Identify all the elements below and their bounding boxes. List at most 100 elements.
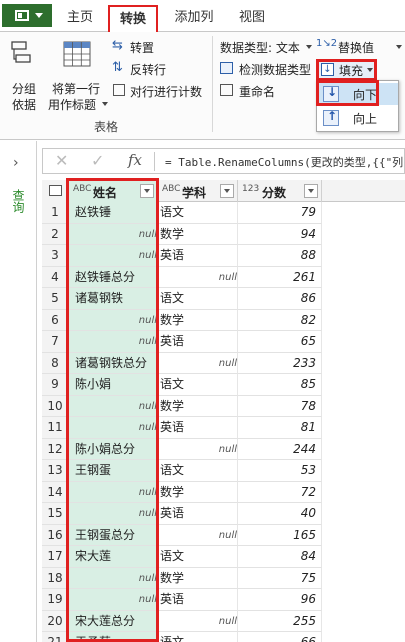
row-number[interactable]: 18: [42, 567, 69, 589]
cell-subject[interactable]: 语文: [158, 632, 238, 642]
cell-name[interactable]: null: [69, 503, 158, 525]
cell-name[interactable]: 赵铁锤: [69, 202, 158, 224]
cell-name[interactable]: 王钢蛋: [69, 460, 158, 482]
rename-button[interactable]: 重命名: [218, 82, 298, 100]
cell-name[interactable]: null: [69, 309, 158, 331]
cell-name[interactable]: null: [69, 223, 158, 245]
cell-subject[interactable]: 英语: [158, 503, 238, 525]
commit-icon[interactable]: ✓: [91, 151, 104, 170]
row-number[interactable]: 16: [42, 524, 69, 546]
cell-score[interactable]: 88: [238, 245, 322, 267]
cell-score[interactable]: 244: [238, 438, 322, 460]
cell-score[interactable]: 75: [238, 567, 322, 589]
queries-label[interactable]: 查询: [11, 189, 27, 213]
row-number[interactable]: 17: [42, 546, 69, 568]
cell-subject[interactable]: 数学: [158, 567, 238, 589]
cell-score[interactable]: 40: [238, 503, 322, 525]
tab-transform[interactable]: 转换: [108, 5, 158, 32]
cell-subject[interactable]: 数学: [158, 309, 238, 331]
cell-name[interactable]: null: [69, 481, 158, 503]
cell-subject[interactable]: 英语: [158, 589, 238, 611]
row-number[interactable]: 13: [42, 460, 69, 482]
tab-add-column[interactable]: 添加列: [166, 5, 222, 32]
cell-name[interactable]: 陈小娟总分: [69, 438, 158, 460]
cell-name[interactable]: 诸葛钢铁: [69, 288, 158, 310]
cell-score[interactable]: 53: [238, 460, 322, 482]
cell-score[interactable]: 85: [238, 374, 322, 396]
tab-home[interactable]: 主页: [57, 5, 103, 32]
expand-pane-icon[interactable]: ›: [13, 155, 19, 171]
row-number[interactable]: 12: [42, 438, 69, 460]
cancel-icon[interactable]: ✕: [55, 151, 68, 170]
cell-subject[interactable]: null: [158, 266, 238, 288]
cell-score[interactable]: 94: [238, 223, 322, 245]
row-number[interactable]: 5: [42, 288, 69, 310]
cell-name[interactable]: null: [69, 395, 158, 417]
formula-input[interactable]: = Table.RenameColumns(更改的类型,{{"列: [165, 154, 403, 170]
row-number[interactable]: 15: [42, 503, 69, 525]
use-first-row-button[interactable]: 将第一行 用作标题: [46, 38, 108, 112]
cell-subject[interactable]: 语文: [158, 460, 238, 482]
row-number[interactable]: 7: [42, 331, 69, 353]
file-menu-button[interactable]: [2, 4, 52, 27]
cell-score[interactable]: 72: [238, 481, 322, 503]
cell-subject[interactable]: 英语: [158, 245, 238, 267]
row-number[interactable]: 11: [42, 417, 69, 439]
cell-name[interactable]: null: [69, 567, 158, 589]
cell-name[interactable]: null: [69, 331, 158, 353]
cell-score[interactable]: 79: [238, 202, 322, 224]
cell-name[interactable]: 诸葛钢铁总分: [69, 352, 158, 374]
fx-icon[interactable]: fx: [128, 151, 142, 169]
cell-subject[interactable]: 语文: [158, 546, 238, 568]
cell-score[interactable]: 78: [238, 395, 322, 417]
fill-down-item[interactable]: 向下: [319, 83, 398, 105]
cell-subject[interactable]: 英语: [158, 331, 238, 353]
select-all-corner[interactable]: [42, 180, 69, 202]
fill-button[interactable]: ↓ 填充: [316, 59, 377, 81]
reverse-rows-button[interactable]: ⇅ 反转行: [112, 60, 192, 78]
fill-up-item[interactable]: 向上: [319, 107, 398, 129]
column-header-name[interactable]: ABC 姓名: [69, 180, 158, 202]
cell-score[interactable]: 261: [238, 266, 322, 288]
cell-score[interactable]: 255: [238, 610, 322, 632]
cell-name[interactable]: null: [69, 589, 158, 611]
cell-subject[interactable]: null: [158, 610, 238, 632]
cell-name[interactable]: 赵铁锤总分: [69, 266, 158, 288]
row-number[interactable]: 3: [42, 245, 69, 267]
cell-score[interactable]: 165: [238, 524, 322, 546]
cell-subject[interactable]: null: [158, 352, 238, 374]
row-number[interactable]: 9: [42, 374, 69, 396]
filter-dropdown-icon[interactable]: [304, 184, 318, 198]
cell-name[interactable]: 陈小娟: [69, 374, 158, 396]
group-by-button[interactable]: 分组 依据: [6, 38, 40, 112]
cell-name[interactable]: null: [69, 417, 158, 439]
cell-subject[interactable]: 语文: [158, 288, 238, 310]
row-number[interactable]: 14: [42, 481, 69, 503]
cell-score[interactable]: 86: [238, 288, 322, 310]
row-number[interactable]: 1: [42, 202, 69, 224]
transpose-button[interactable]: ⇆ 转置: [112, 38, 192, 56]
cell-score[interactable]: 65: [238, 331, 322, 353]
column-header-subject[interactable]: ABC 学科: [158, 180, 238, 202]
data-type-dropdown[interactable]: 数据类型: 文本: [218, 38, 314, 56]
row-number[interactable]: 20: [42, 610, 69, 632]
cell-score[interactable]: 66: [238, 632, 322, 642]
detect-data-type-button[interactable]: 检测数据类型: [218, 60, 314, 78]
cell-subject[interactable]: 语文: [158, 202, 238, 224]
cell-name[interactable]: 王钢蛋总分: [69, 524, 158, 546]
cell-name[interactable]: null: [69, 245, 158, 267]
row-number[interactable]: 21: [42, 632, 69, 642]
row-number[interactable]: 8: [42, 352, 69, 374]
row-number[interactable]: 6: [42, 309, 69, 331]
cell-subject[interactable]: 语文: [158, 374, 238, 396]
tab-view[interactable]: 视图: [232, 5, 272, 32]
row-number[interactable]: 4: [42, 266, 69, 288]
replace-values-button[interactable]: 1↘2 替换值: [316, 38, 404, 56]
cell-score[interactable]: 82: [238, 309, 322, 331]
cell-name[interactable]: 宋大莲: [69, 546, 158, 568]
cell-subject[interactable]: null: [158, 524, 238, 546]
cell-score[interactable]: 81: [238, 417, 322, 439]
cell-score[interactable]: 233: [238, 352, 322, 374]
cell-subject[interactable]: 英语: [158, 417, 238, 439]
filter-dropdown-icon[interactable]: [140, 184, 154, 198]
